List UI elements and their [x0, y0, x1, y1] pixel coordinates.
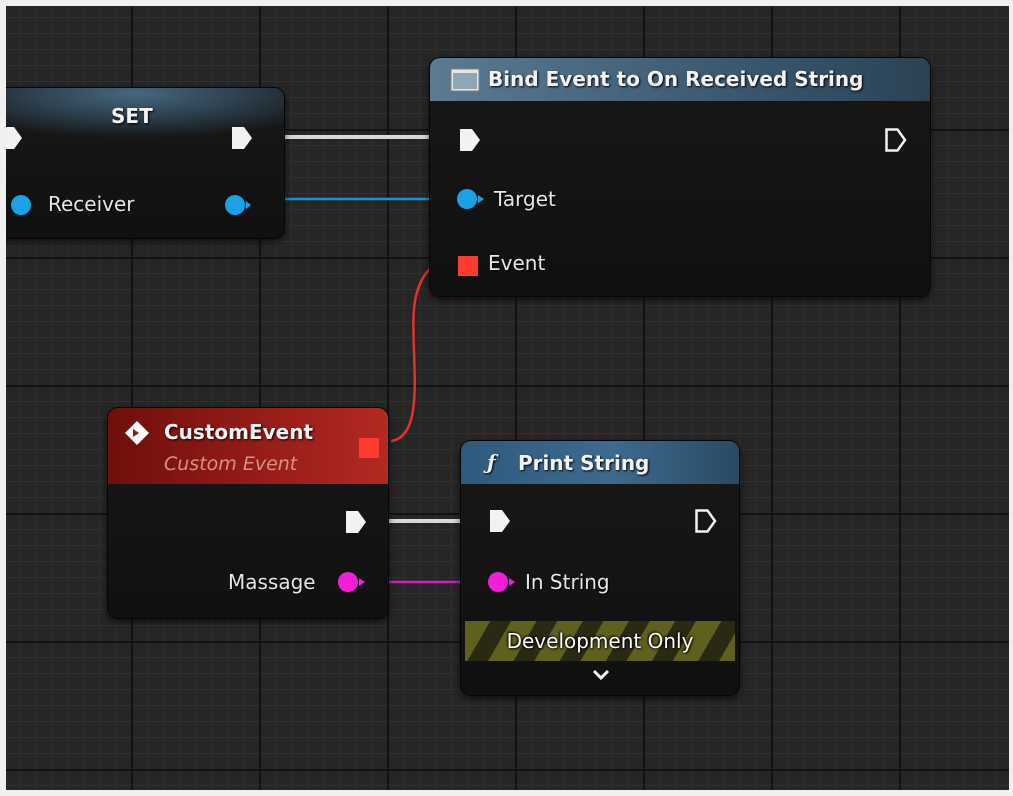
bind-event-label: Event	[488, 251, 546, 275]
custom-massage-label: Massage	[228, 570, 316, 594]
custom-exec-out-pin[interactable]	[344, 509, 368, 535]
bind-event-in-pin[interactable]	[457, 255, 479, 277]
print-exec-in-pin[interactable]	[488, 508, 512, 534]
print-string-node-title: Print String	[518, 451, 650, 475]
print-exec-out-pin[interactable]	[694, 508, 718, 534]
set-exec-in-pin[interactable]	[6, 125, 24, 151]
bind-exec-out-pin[interactable]	[884, 127, 908, 153]
set-receiver-in-pin[interactable]	[10, 194, 40, 216]
custom-event-node[interactable]: CustomEvent Custom Event Massage	[108, 408, 388, 618]
custom-massage-out-pin[interactable]	[337, 571, 371, 593]
custom-event-node-subtitle: Custom Event	[164, 453, 298, 475]
print-instring-label: In String	[525, 570, 610, 594]
bind-exec-in-pin[interactable]	[458, 127, 482, 153]
development-only-banner: Development Only	[465, 621, 735, 661]
bind-event-node-title: Bind Event to On Received String	[488, 67, 864, 91]
print-instring-in-pin[interactable]	[487, 571, 521, 593]
delegate-box-icon	[450, 68, 480, 92]
set-node[interactable]: SET Receiver	[6, 88, 284, 238]
function-icon: ƒ	[487, 450, 496, 474]
custom-delegate-out-pin[interactable]	[358, 437, 380, 459]
bind-target-in-pin[interactable]	[456, 188, 490, 210]
custom-event-node-title: CustomEvent	[164, 420, 314, 444]
set-exec-out-pin[interactable]	[230, 125, 254, 151]
set-receiver-label: Receiver	[48, 192, 135, 216]
event-diamond-icon	[125, 421, 149, 445]
set-receiver-out-pin[interactable]	[224, 194, 254, 216]
chevron-down-icon[interactable]	[592, 669, 610, 681]
set-node-title: SET	[111, 104, 153, 128]
print-string-node[interactable]: ƒ Print String In String Development Onl…	[461, 441, 739, 695]
bind-event-node[interactable]: Bind Event to On Received String Target …	[430, 58, 930, 296]
blueprint-graph-canvas[interactable]: SET Receiver Bind Event to On Received S…	[6, 6, 1009, 790]
bind-target-label: Target	[494, 187, 556, 211]
